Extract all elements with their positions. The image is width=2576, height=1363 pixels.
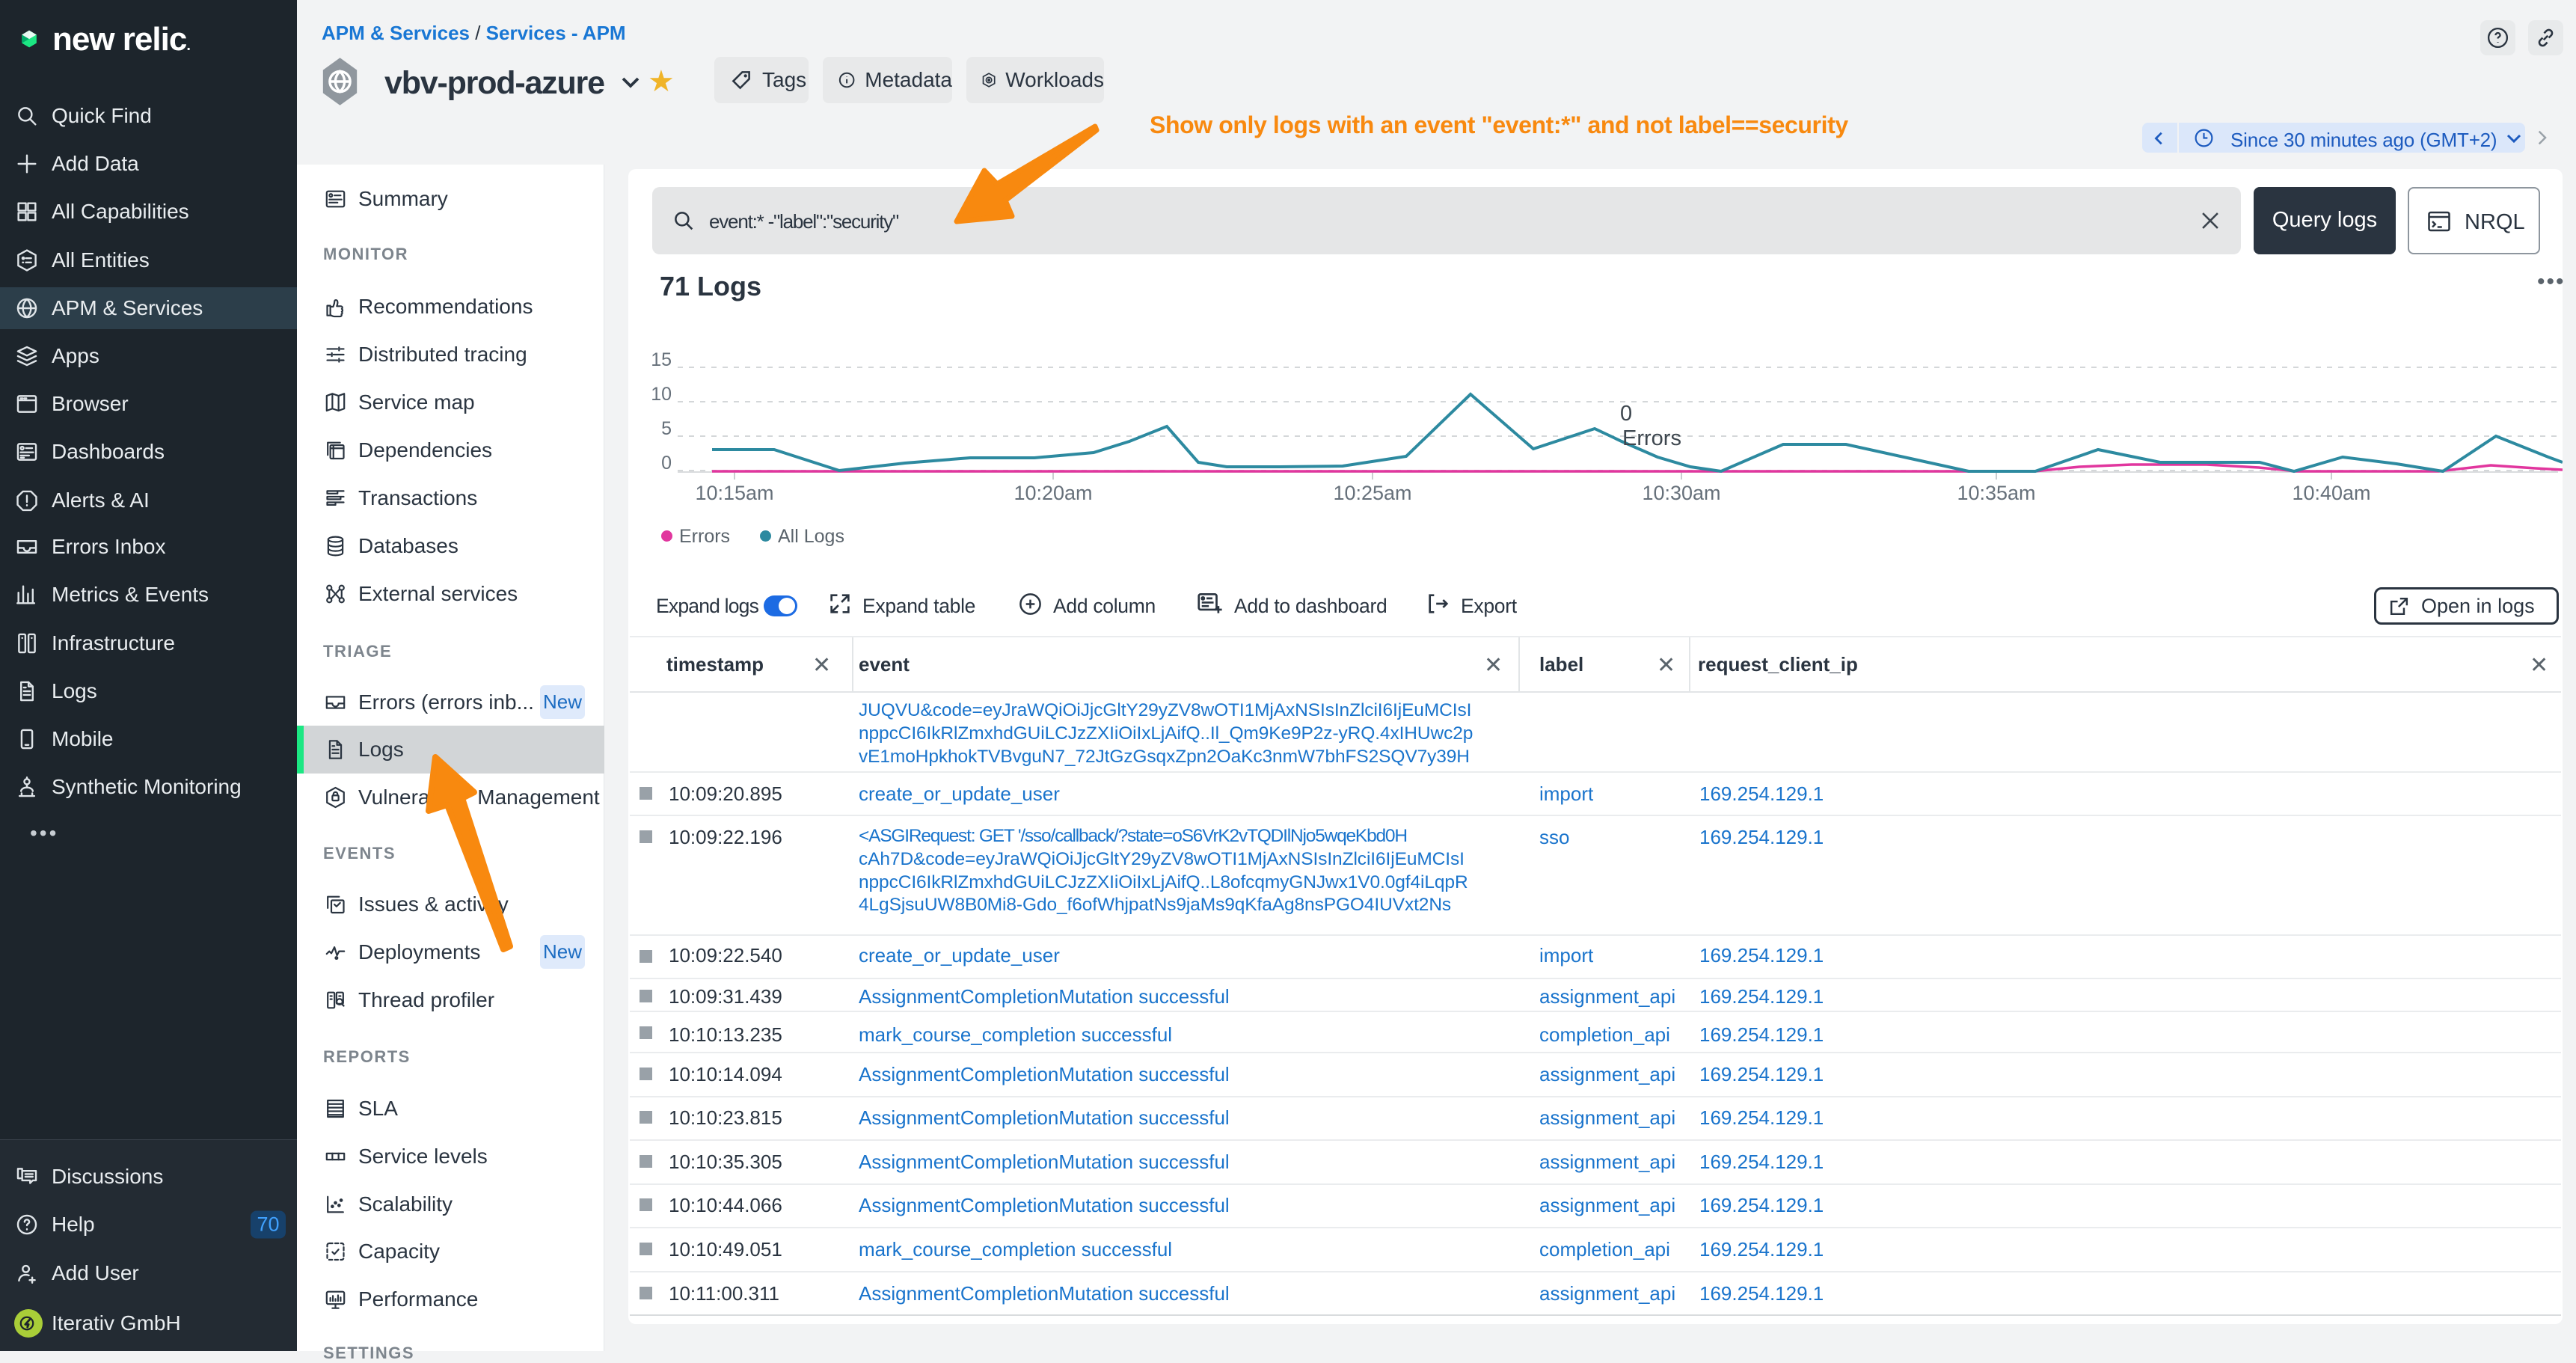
- svg-text:Errors: Errors: [1622, 426, 1681, 450]
- svg-text:0: 0: [661, 453, 672, 474]
- svg-text:10:40am: 10:40am: [2292, 482, 2370, 504]
- svg-text:5: 5: [661, 418, 672, 439]
- svg-text:0: 0: [1620, 402, 1632, 426]
- svg-text:15: 15: [651, 349, 672, 370]
- svg-text:10:35am: 10:35am: [1957, 482, 2035, 504]
- svg-text:10:25am: 10:25am: [1333, 482, 1411, 504]
- svg-text:10:20am: 10:20am: [1013, 482, 1092, 504]
- svg-text:10:30am: 10:30am: [1642, 482, 1720, 504]
- svg-text:10: 10: [651, 384, 672, 405]
- svg-text:10:15am: 10:15am: [695, 482, 773, 504]
